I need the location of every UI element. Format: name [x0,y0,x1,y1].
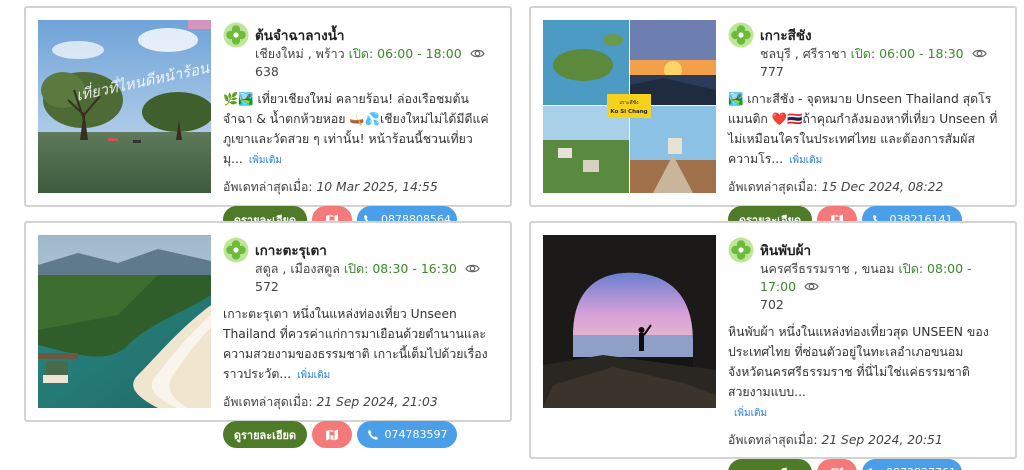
view-details-button[interactable]: ดูรายละเอียด [728,459,812,470]
last-updated: อัพเดทล่าสุดเมื่อ: 15 Dec 2024, 08:22 [728,180,944,194]
image-badge-subtitle: Ko Si Chang [610,109,647,115]
view-count: 777 [760,64,784,79]
place-card: เกาะสีชัง Ko Si Chang เกาะสีชัง ชลบุรี ,… [529,6,1017,233]
place-card: หินพับผ้า นครศรีธรรมราช , ขนอม เปิด: 08:… [529,221,1017,470]
place-image[interactable]: เกาะสีชัง Ko Si Chang [543,20,716,193]
view-count: 572 [255,279,279,294]
opening-hours: เปิด: 06:00 - 18:00 [348,46,462,61]
view-count: 638 [255,64,279,79]
eye-icon [972,46,987,61]
flower-icon [223,237,249,263]
place-meta: นครศรีธรรมราช , ขนอม เปิด: 08:00 - 17:00… [728,260,1003,314]
place-location: เชียงใหม่ , พร้าว [255,46,345,61]
place-location: สตูล , เมืองสตูล [255,261,340,276]
view-count: 702 [760,297,784,312]
view-details-button[interactable]: ดูรายละเอียด [223,421,307,448]
place-location: นครศรีธรรมราช , ขนอม [760,261,895,276]
place-meta: เชียงใหม่ , พร้าว เปิด: 06:00 - 18:00 63… [223,45,498,81]
place-meta: ชลบุรี , ศรีราชา เปิด: 06:00 - 18:30 777 [728,45,1003,81]
opening-hours: เปิด: 08:30 - 16:30 [343,261,457,276]
eye-icon [470,46,485,61]
image-badge-title: เกาะสีชัง [619,99,639,106]
eye-icon [804,279,819,294]
flower-icon [728,237,754,263]
place-meta: สตูล , เมืองสตูล เปิด: 08:30 - 16:30 572 [223,260,498,296]
place-title[interactable]: เกาะสีชัง [760,24,812,46]
map-button[interactable] [817,459,857,470]
place-image[interactable] [543,235,716,408]
updated-timestamp: 21 Sep 2024, 21:03 [316,395,438,409]
place-card: เกาะตะรุเตา สตูล , เมืองสตูล เปิด: 08:30… [24,221,512,448]
updated-timestamp: 10 Mar 2025, 14:55 [316,180,438,194]
place-image[interactable]: เที่ยวที่ไหนดีหน้าร้อน [38,20,211,193]
eye-icon [465,261,480,276]
place-description: 🌿🏞️ เที่ยวเชียงใหม่ คลายร้อน! ล่องเรือชม… [223,92,489,166]
place-description: เกาะตะรุเตา หนึ่งในแหล่งท่องเที่ยว Unsee… [223,307,488,381]
place-image[interactable] [38,235,211,408]
map-icon [830,466,844,470]
last-updated: อัพเดทล่าสุดเมื่อ: 21 Sep 2024, 20:51 [728,433,943,447]
place-card: เที่ยวที่ไหนดีหน้าร้อน ต้นจำฉาลางน้ำ เชี… [24,6,512,233]
phone-button[interactable]: 074783597 [357,421,457,448]
map-icon [325,428,339,442]
read-more-link[interactable]: เพิ่มเติม [734,408,767,419]
phone-icon [868,467,880,470]
place-description: หินพับผ้า หนึ่งในแหล่งท่องเที่ยวสุด UNSE… [728,325,989,419]
place-title[interactable]: ต้นจำฉาลางน้ำ [255,24,345,46]
flower-icon [728,22,754,48]
opening-hours: เปิด: 06:00 - 18:30 [850,46,964,61]
read-more-link[interactable]: เพิ่มเติม [249,155,282,166]
updated-timestamp: 15 Dec 2024, 08:22 [821,180,944,194]
last-updated: อัพเดทล่าสุดเมื่อ: 21 Sep 2024, 21:03 [223,395,438,409]
read-more-link[interactable]: เพิ่มเติม [789,155,822,166]
phone-icon [367,429,379,441]
place-title[interactable]: เกาะตะรุเตา [255,239,327,261]
place-description: 🏞️ เกาะสีชัง - จุดหมาย Unseen Thailand ส… [728,92,998,166]
flower-icon [223,22,249,48]
place-title[interactable]: หินพับผ้า [760,239,811,261]
updated-timestamp: 21 Sep 2024, 20:51 [821,433,943,447]
read-more-link[interactable]: เพิ่มเติม [297,370,330,381]
place-location: ชลบุรี , ศรีราชา [760,46,847,61]
map-button[interactable] [312,421,352,448]
last-updated: อัพเดทล่าสุดเมื่อ: 10 Mar 2025, 14:55 [223,180,438,194]
phone-button[interactable]: 0872827761 [862,459,962,470]
